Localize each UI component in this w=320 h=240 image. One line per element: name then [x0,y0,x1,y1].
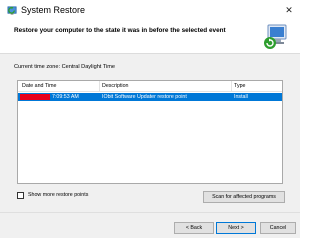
scan-affected-programs-button[interactable]: Scan for affected programs [203,191,285,203]
column-type[interactable]: Type [234,83,245,90]
redaction-mark [20,94,50,100]
wizard-header: Restore your computer to the state it wa… [0,20,300,54]
header-instruction: Restore your computer to the state it wa… [14,27,226,34]
column-separator[interactable] [231,81,232,91]
next-button[interactable]: Next > [216,222,256,234]
show-more-checkbox[interactable] [17,192,24,199]
system-restore-window: System Restore ✕ Restore your computer t… [0,0,300,238]
column-description[interactable]: Description [102,83,129,90]
cancel-button[interactable]: Cancel [260,222,296,234]
column-date-time[interactable]: Date and Time [22,83,56,90]
row-description: IObit Software Updater restore point [102,93,187,100]
back-button[interactable]: < Back [174,222,214,234]
restore-points-list[interactable]: Date and Time Description Type 7:09:53 A… [17,80,283,184]
row-date-time: 7:09:53 AM [52,93,79,100]
close-button[interactable]: ✕ [278,0,300,20]
timezone-label: Current time zone: Central Daylight Time [14,64,116,70]
window-title: System Restore [21,5,86,15]
system-restore-icon [7,6,17,15]
column-separator[interactable] [99,81,100,91]
list-header: Date and Time Description Type [18,81,282,92]
restore-wizard-icon [264,24,287,49]
row-type: Install [234,93,248,100]
title-bar[interactable]: System Restore ✕ [0,0,300,20]
show-more-label[interactable]: Show more restore points [28,192,88,199]
table-row[interactable]: 7:09:53 AM IObit Software Updater restor… [18,93,282,101]
